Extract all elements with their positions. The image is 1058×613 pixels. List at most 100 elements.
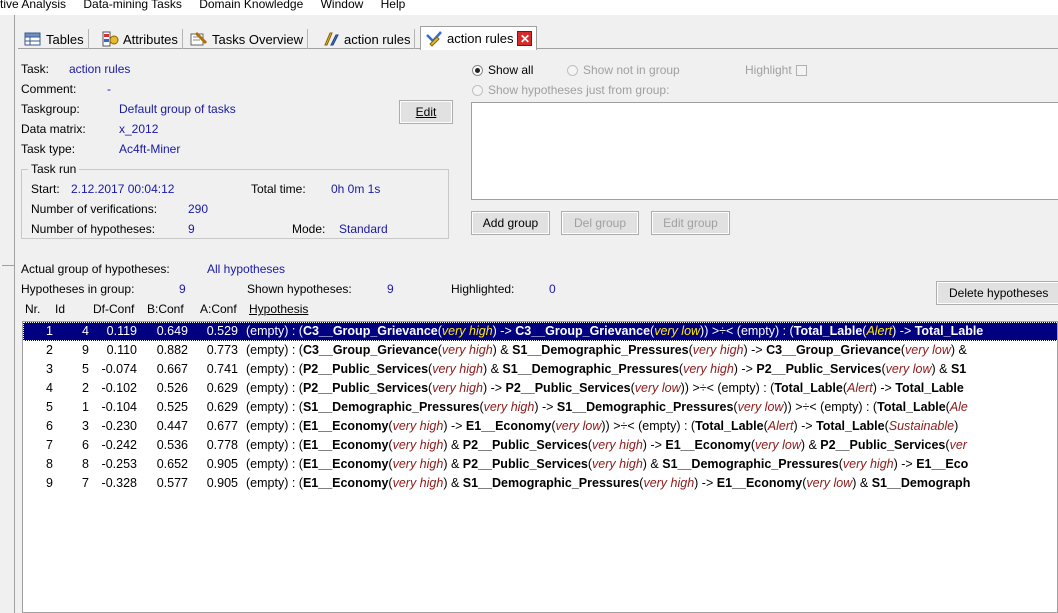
highlighted-value: 0 <box>549 282 556 296</box>
hypothesis-attribute: P2__Public_Services <box>462 438 588 452</box>
hypothesis-text: ) -> <box>694 476 717 490</box>
column-header-nr[interactable]: Nr. <box>25 302 40 316</box>
hypothesis-attribute: C3__Group_Grievance <box>515 324 651 338</box>
menu-item-data-mining-tasks[interactable]: Data-mining Tasks <box>83 0 181 11</box>
hypothesis-attribute: C3__Group_Grievance <box>302 324 438 338</box>
hypothesis-text: ) & <box>852 476 872 490</box>
tab-action-rules-active[interactable]: action rules ✕ <box>420 26 538 50</box>
hypothesis-category: very high <box>643 476 695 490</box>
close-tab-icon[interactable]: ✕ <box>517 31 533 46</box>
delete-hypotheses-label: Delete hypotheses <box>949 286 1049 300</box>
cell-df-conf: 0.119 <box>106 324 137 338</box>
hypothesis-category: very high <box>392 419 444 433</box>
taskgroup-label: Taskgroup: <box>21 102 80 116</box>
hypothesis-text: ) -> <box>893 457 917 471</box>
actual-group-value: All hypotheses <box>207 262 286 276</box>
menu-item-domain-knowledge[interactable]: Domain Knowledge <box>199 0 303 11</box>
highlight-checkbox[interactable]: Highlight <box>745 63 807 77</box>
hypothesis-attribute: E1__Economy <box>716 476 803 490</box>
hypothesis-attribute: Total_Lable <box>695 419 764 433</box>
cell-hypothesis: (empty) : (E1__Economy(very high) & S1__… <box>246 476 970 490</box>
table-row[interactable]: 2 9 0.110 0.882 0.773 (empty) : (C3__Group_Gr… <box>23 341 1057 360</box>
show-from-group-radio[interactable]: Show hypotheses just from group: <box>472 83 669 97</box>
hypothesis-text: ) & <box>443 476 463 490</box>
edit-group-button[interactable]: Edit group <box>651 211 730 235</box>
delete-hypotheses-button[interactable]: Delete hypotheses <box>936 281 1058 305</box>
mode-value: Standard <box>339 222 388 236</box>
menu-item-window[interactable]: Window <box>321 0 364 11</box>
tab-bar: Tables Attributes Tasks Overview action … <box>18 26 1058 50</box>
hypothesis-text: ) & <box>642 457 663 471</box>
hypothesis-category: very low <box>806 476 853 490</box>
table-row[interactable]: 8 8 -0.253 0.652 0.905 (empty) : (E1__Economy… <box>23 455 1057 474</box>
hypothesis-text: )) >÷< (empty) : ( <box>680 381 775 395</box>
tab-tasks-overview[interactable]: Tasks Overview <box>186 29 309 49</box>
task-value: action rules <box>69 62 131 76</box>
show-from-group-label: Show hypotheses just from group: <box>488 83 670 97</box>
cell-a-conf: 0.529 <box>206 324 238 338</box>
show-all-radio[interactable]: Show all <box>472 63 533 77</box>
hypothesis-category: very high <box>392 438 444 452</box>
table-row[interactable]: 7 6 -0.242 0.536 0.778 (empty) : (E1__Economy… <box>23 436 1057 455</box>
hypotheses-count-label: Number of hypotheses: <box>31 222 156 236</box>
hypothesis-category: very low <box>737 400 784 414</box>
table-row[interactable]: 5 1 -0.104 0.525 0.629 (empty) : (S1__Demogra… <box>23 398 1057 417</box>
cell-a-conf: 0.741 <box>206 362 238 376</box>
group-list[interactable] <box>471 102 1058 200</box>
hypothesis-text: ) & <box>931 362 951 376</box>
column-header-df-conf[interactable]: Df-Conf <box>93 302 134 316</box>
radio-empty-icon <box>567 64 578 76</box>
cell-df-conf: -0.104 <box>101 400 137 414</box>
edit-button[interactable]: Edit <box>399 100 453 124</box>
del-group-label: Del group <box>573 216 627 230</box>
hypothesis-attribute: E1__Economy <box>665 438 751 452</box>
start-label: Start: <box>31 182 60 196</box>
hypothesis-attribute: E1__Economy <box>302 476 389 490</box>
cell-nr: 9 <box>46 476 53 490</box>
tab-tables[interactable]: Tables <box>20 29 89 49</box>
tab-attributes[interactable]: Attributes <box>97 29 183 49</box>
hypothesis-text: ) & <box>443 438 463 452</box>
hypothesis-category: very high <box>392 476 444 490</box>
task-type-value: Ac4ft-Miner <box>119 142 181 156</box>
hypothesis-category: Alert <box>866 324 893 338</box>
start-value: 2.12.2017 00:04:12 <box>71 182 175 196</box>
menu-item-analysis[interactable]: tive Analysis <box>0 0 66 11</box>
table-row[interactable]: 9 7 -0.328 0.577 0.905 (empty) : (E1__Economy… <box>23 474 1057 493</box>
add-group-label: Add group <box>482 216 539 230</box>
hypothesis-attribute: P2__Public_Services <box>756 362 882 376</box>
hypothesis-category: very high <box>692 343 744 357</box>
tab-action-rules-1-label: action rules <box>344 31 411 47</box>
hypothesis-attribute: S1__Demographic_Pressures <box>512 343 689 357</box>
table-icon <box>24 31 42 47</box>
column-header-a-conf[interactable]: A:Conf <box>200 302 237 316</box>
table-row[interactable]: 1 4 0.119 0.649 0.529 (empty) : (C3__Group_Gr… <box>23 322 1057 341</box>
cell-df-conf: -0.230 <box>101 419 137 433</box>
table-row[interactable]: 3 5 -0.074 0.667 0.741 (empty) : (P2__Public_… <box>23 360 1057 379</box>
table-row[interactable]: 4 2 -0.102 0.526 0.629 (empty) : (P2__Public_… <box>23 379 1057 398</box>
add-group-button[interactable]: Add group <box>471 211 550 235</box>
mode-label: Mode: <box>292 222 326 236</box>
hypothesis-category: very low <box>654 324 701 338</box>
cell-nr: 5 <box>46 400 53 414</box>
radio-selected-icon <box>472 64 483 76</box>
column-header-b-conf[interactable]: B:Conf <box>147 302 184 316</box>
cell-df-conf: -0.328 <box>101 476 137 490</box>
verifications-label: Number of verifications: <box>31 202 158 216</box>
show-not-in-group-radio[interactable]: Show not in group <box>567 63 680 77</box>
hypothesis-category: very high <box>432 381 483 395</box>
tab-action-rules-1[interactable]: action rules <box>318 29 416 49</box>
cell-a-conf: 0.677 <box>206 419 238 433</box>
column-header-id[interactable]: Id <box>55 302 65 316</box>
column-header-hypothesis[interactable]: Hypothesis <box>249 302 308 316</box>
hypothesis-attribute: S1__Demographic_Pressures <box>556 400 734 414</box>
checkbox-icon <box>795 64 807 76</box>
hypothesis-attribute: P2__Public_Services <box>302 381 429 395</box>
hypothesis-category: very high <box>842 457 894 471</box>
table-row[interactable]: 6 3 -0.230 0.447 0.677 (empty) : (E1__Economy… <box>23 417 1057 436</box>
cell-df-conf: -0.253 <box>101 457 137 471</box>
hypothesis-category: very low <box>634 381 681 395</box>
hypothesis-category: very high <box>592 438 643 452</box>
menu-item-help[interactable]: Help <box>381 0 406 11</box>
del-group-button[interactable]: Del group <box>561 211 639 235</box>
